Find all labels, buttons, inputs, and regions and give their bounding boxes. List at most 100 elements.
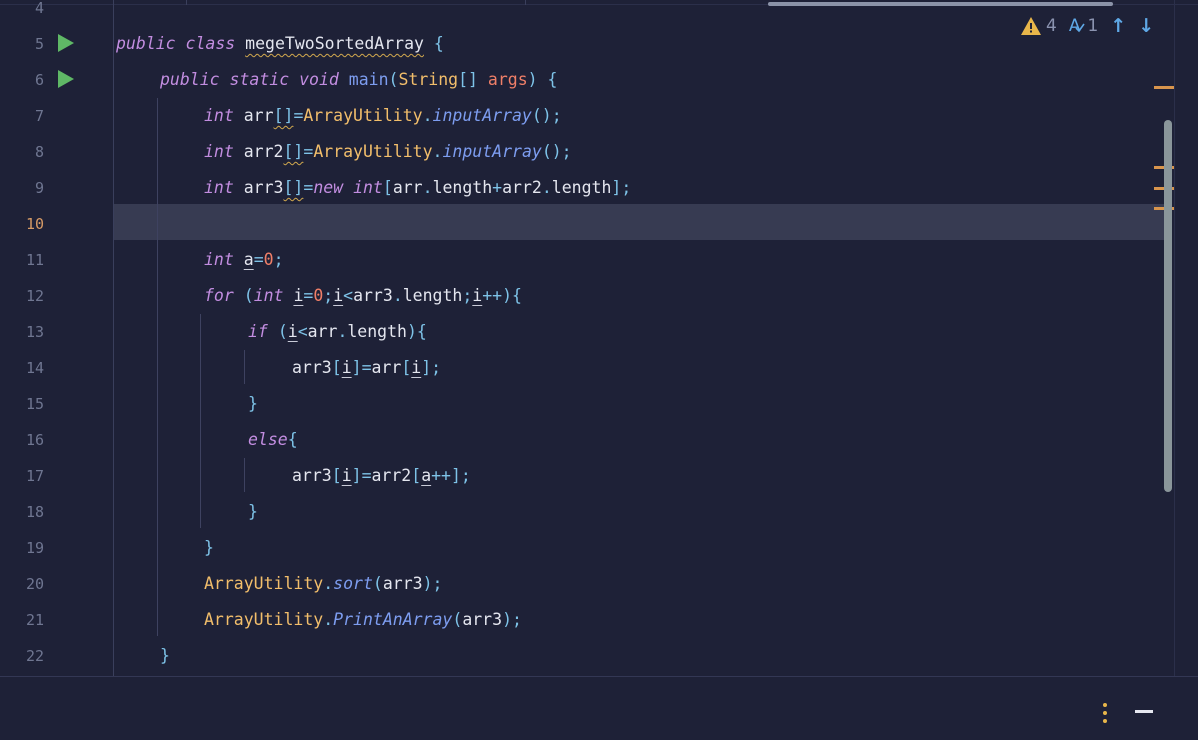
- tab-separator: [525, 0, 526, 5]
- bottom-tool-panel: [0, 676, 1198, 740]
- arrow-down-icon[interactable]: ↓: [1138, 15, 1154, 37]
- line-number: 18: [25, 503, 44, 521]
- minimize-icon[interactable]: [1135, 710, 1153, 713]
- code-line-13[interactable]: if (i<arr.length){: [248, 314, 427, 350]
- keyword: int: [204, 142, 234, 161]
- code-line-16[interactable]: else{: [248, 422, 298, 458]
- code-line-5[interactable]: public class megeTwoSortedArray {: [116, 26, 444, 62]
- line-number: 20: [25, 575, 44, 593]
- code-line-18[interactable]: }: [248, 494, 258, 530]
- code-line-6[interactable]: public static void main(String[] args) {: [160, 62, 557, 98]
- number: 0: [263, 250, 274, 269]
- indent-guide: [244, 350, 245, 384]
- variable: arr3: [353, 286, 393, 305]
- line-number: 12: [25, 287, 44, 305]
- brace: }: [160, 646, 170, 665]
- keyword: public: [116, 34, 176, 53]
- brace: ) {: [527, 70, 558, 89]
- method-call: inputArray: [432, 106, 532, 125]
- keyword: int: [204, 106, 234, 125]
- indent-guide: [200, 314, 201, 528]
- keyword: new: [313, 178, 344, 197]
- line-number: 15: [25, 395, 44, 413]
- typos-count[interactable]: 1: [1087, 16, 1098, 36]
- vertical-scrollbar-thumb[interactable]: [1164, 120, 1172, 492]
- error-stripe-mark[interactable]: [1154, 86, 1174, 89]
- brackets: []: [458, 70, 478, 89]
- current-line-highlight: [114, 204, 1164, 240]
- horizontal-scrollbar-thumb[interactable]: [768, 2, 1113, 6]
- keyword: class: [185, 34, 236, 53]
- keyword: int: [253, 286, 284, 305]
- line-number: 4: [34, 0, 44, 17]
- code-line-19[interactable]: }: [204, 530, 214, 566]
- operator: <: [343, 286, 354, 305]
- variable: arr3: [292, 358, 332, 377]
- brace: {: [423, 34, 444, 53]
- warning-triangle-icon[interactable]: [1020, 15, 1042, 37]
- punctuation: ();: [531, 106, 562, 125]
- indent-guide: [244, 458, 245, 492]
- field: length: [551, 178, 612, 197]
- variable: arr3: [462, 610, 503, 629]
- code-line-9[interactable]: int arr3[]=new int[arr.length+arr2.lengt…: [204, 170, 631, 206]
- punctuation: ;: [273, 250, 284, 269]
- arrow-up-icon[interactable]: ↑: [1110, 15, 1126, 37]
- variable: a: [243, 250, 254, 269]
- line-number: 5: [34, 35, 44, 53]
- brace: }: [248, 502, 258, 521]
- variable: i: [341, 466, 352, 485]
- keyword: for: [204, 286, 234, 305]
- run-main-icon[interactable]: [58, 70, 74, 88]
- code-line-20[interactable]: ArrayUtility.sort(arr3);: [204, 566, 442, 602]
- warnings-count[interactable]: 4: [1046, 16, 1057, 36]
- variable: i: [472, 286, 483, 305]
- variable: i: [411, 358, 422, 377]
- keyword: else: [248, 430, 288, 449]
- keyword: void: [299, 70, 339, 89]
- brace: }: [204, 538, 214, 557]
- line-number: 13: [25, 323, 44, 341]
- line-number: 21: [25, 611, 44, 629]
- code-line-21[interactable]: ArrayUtility.PrintAnArray(arr3);: [204, 602, 522, 638]
- code-line-17[interactable]: arr3[i]=arr2[a++];: [292, 458, 471, 494]
- operator: ++: [482, 286, 503, 305]
- variable: arr: [307, 322, 338, 341]
- more-options-icon[interactable]: [1100, 703, 1110, 723]
- keyword: int: [353, 178, 383, 197]
- line-number: 14: [25, 359, 44, 377]
- line-number: 11: [25, 251, 44, 269]
- variable: arr2: [371, 466, 412, 485]
- variable: i: [287, 322, 298, 341]
- run-class-icon[interactable]: [58, 34, 74, 52]
- variable: a: [421, 466, 432, 485]
- code-line-15[interactable]: }: [248, 386, 258, 422]
- type-name: String: [398, 70, 459, 89]
- code-line-11[interactable]: int a=0;: [204, 242, 284, 278]
- variable: arr2: [243, 142, 284, 161]
- gutter[interactable]: 4 5 6 7 8 9 10 11 12 13 14 15 16 17 18 1…: [0, 0, 112, 676]
- code-line-22[interactable]: }: [160, 638, 170, 674]
- inspection-widget[interactable]: 4 A 1 ↑ ↓: [1020, 14, 1154, 38]
- class-ref: ArrayUtility: [204, 610, 324, 629]
- brackets: []: [273, 106, 294, 125]
- line-number: 22: [25, 647, 44, 665]
- code-line-8[interactable]: int arr2[]=ArrayUtility.inputArray();: [204, 134, 572, 170]
- line-number: 8: [34, 143, 44, 161]
- code-editor[interactable]: 4 5 6 7 8 9 10 11 12 13 14 15 16 17 18 1…: [0, 0, 1198, 676]
- method-call: sort: [333, 574, 373, 593]
- keyword: if: [248, 322, 268, 341]
- code-line-14[interactable]: arr3[i]=arr[i];: [292, 350, 441, 386]
- variable: arr3: [243, 178, 284, 197]
- parameter: args: [487, 70, 528, 89]
- spellcheck-icon[interactable]: A: [1069, 16, 1086, 36]
- code-line-12[interactable]: for (int i=0;i<arr3.length;i++){: [204, 278, 522, 314]
- field: length: [347, 322, 407, 341]
- keyword: int: [204, 250, 234, 269]
- tab-separator: [186, 0, 187, 5]
- line-number: 17: [25, 467, 44, 485]
- brace: }: [248, 394, 258, 413]
- code-line-7[interactable]: int arr[]=ArrayUtility.inputArray();: [204, 98, 562, 134]
- line-number: 7: [34, 107, 44, 125]
- brackets: []: [283, 178, 304, 197]
